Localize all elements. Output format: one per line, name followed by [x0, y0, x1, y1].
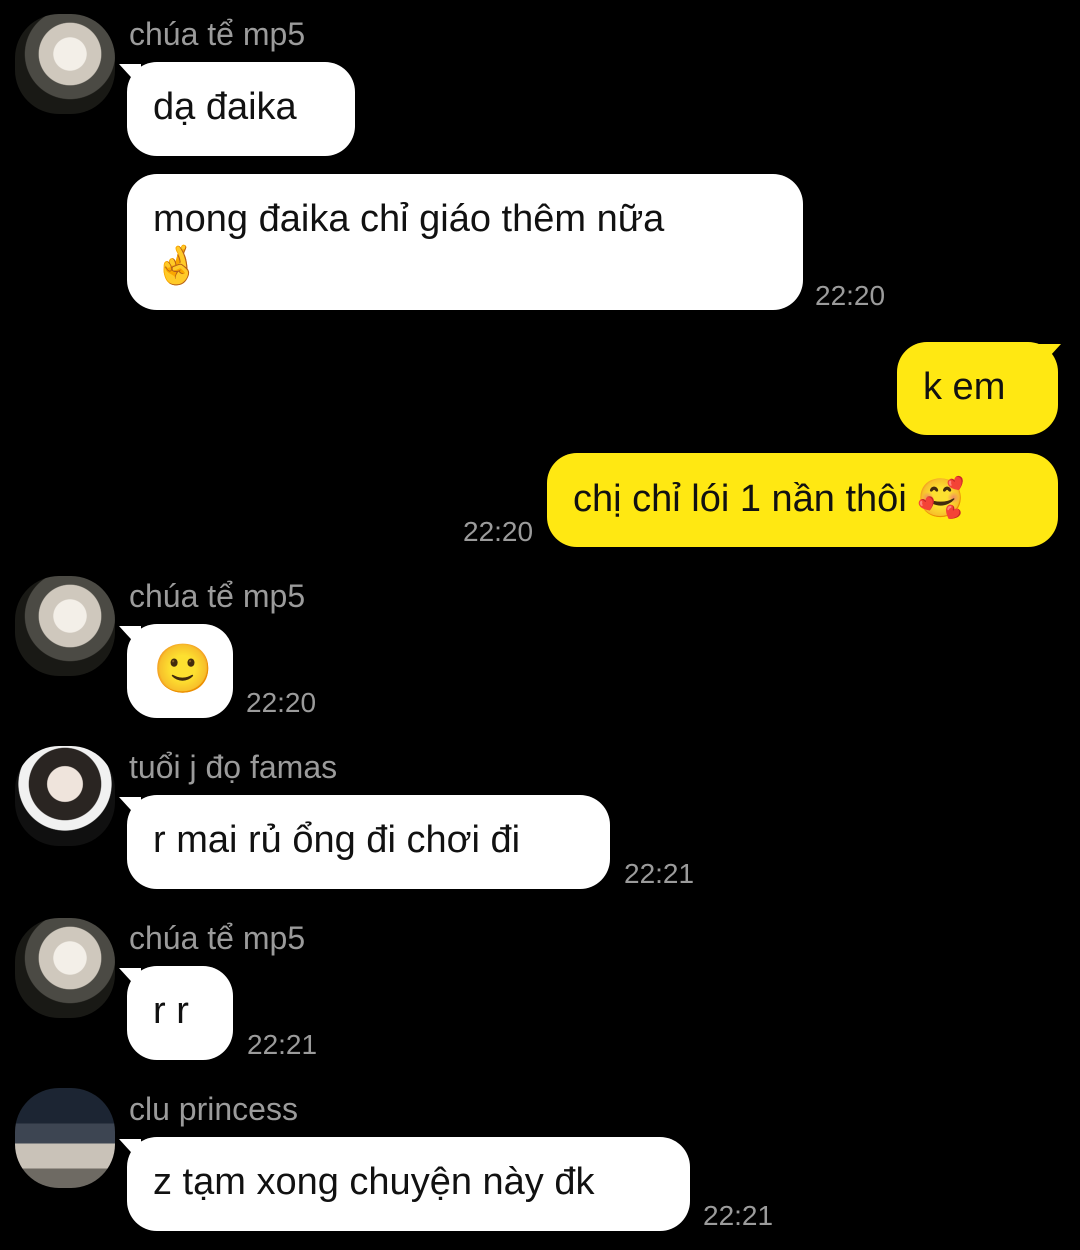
message-timestamp: 22:21	[624, 858, 695, 889]
sender-avatar[interactable]	[15, 1088, 115, 1188]
sender-name: chúa tể mp5	[129, 920, 306, 956]
message-bubble[interactable]: mong đaika chỉ giáo thêm nữa 🤞	[127, 174, 803, 310]
sender-avatar[interactable]	[15, 746, 115, 846]
message-text: r mai rủ ổng đi chơi đi	[153, 819, 521, 861]
message-text: dạ đaika	[153, 86, 297, 128]
message-text: mong đaika chỉ giáo thêm nữa	[153, 198, 665, 240]
sender-name: chúa tể mp5	[129, 16, 306, 52]
message-text: k em	[923, 366, 1006, 408]
message-bubble[interactable]: 🙂	[127, 624, 233, 718]
message-text: r r	[153, 990, 189, 1032]
message-timestamp: 22:20	[246, 687, 317, 718]
message-text: z tạm xong chuyện này đk	[153, 1161, 595, 1203]
sender-name: chúa tể mp5	[129, 578, 306, 614]
message-bubble[interactable]: chị chỉ lói 1 nần thôi 🥰	[547, 453, 1058, 547]
message-bubble[interactable]: r mai rủ ổng đi chơi đi	[127, 795, 610, 889]
sender-avatar[interactable]	[15, 576, 115, 676]
message-bubble[interactable]: r r	[127, 966, 233, 1060]
message-text: chị chỉ lói 1 nần thôi	[573, 478, 907, 520]
sender-name: clu princess	[129, 1091, 298, 1127]
message-timestamp: 22:21	[703, 1200, 774, 1231]
slightly-smiling-face-emoji: 🙂	[153, 641, 213, 697]
message-bubble[interactable]: dạ đaika	[127, 62, 355, 156]
message-timestamp: 22:20	[463, 516, 534, 547]
message-timestamp: 22:20	[815, 280, 886, 311]
sender-avatar[interactable]	[15, 918, 115, 1018]
sender-name: tuổi j đọ famas	[129, 749, 338, 785]
message-timestamp: 22:21	[247, 1029, 318, 1060]
message-bubble[interactable]: z tạm xong chuyện này đk	[127, 1137, 690, 1231]
smiling-face-with-hearts-emoji: 🥰	[917, 476, 965, 520]
crossed-fingers-emoji: 🤞	[153, 243, 201, 287]
message-bubble[interactable]: k em	[897, 342, 1058, 435]
sender-avatar[interactable]	[15, 14, 115, 114]
